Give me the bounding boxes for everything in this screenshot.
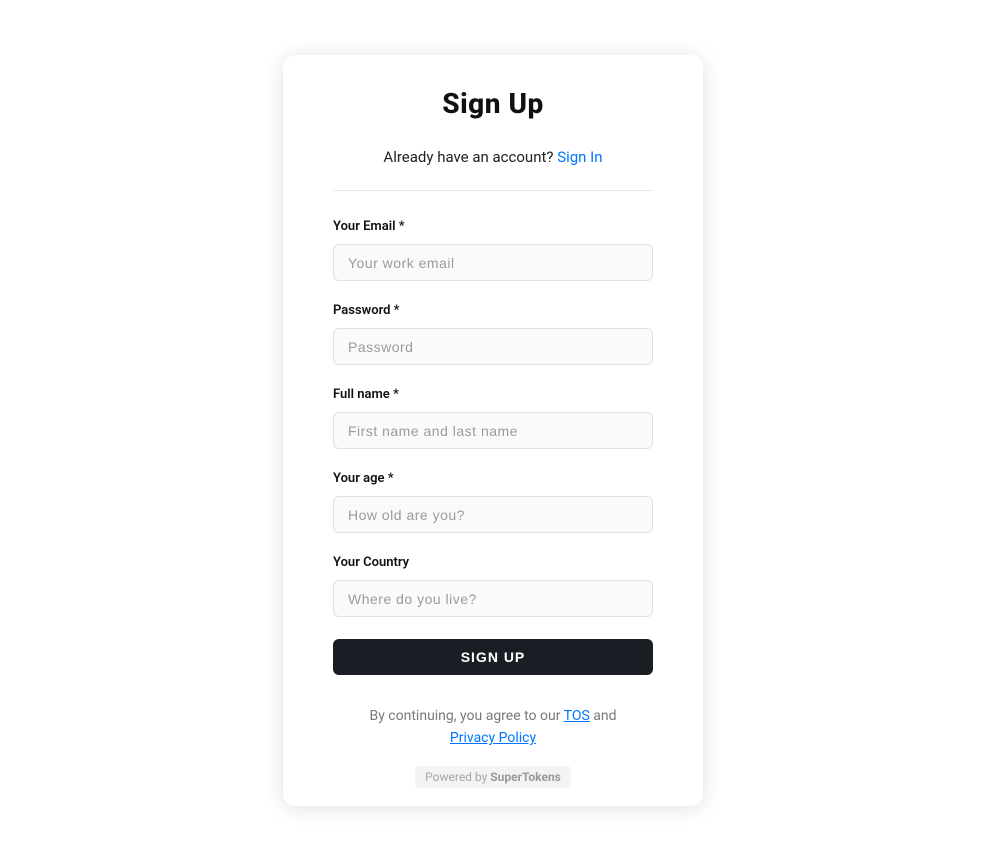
terms-prefix: By continuing, you agree to our [369,708,563,724]
subtitle-text: Already have an account? [383,148,557,166]
fullname-label: Full name * [333,387,653,402]
password-label: Password * [333,303,653,318]
email-field-group: Your Email * [333,219,653,281]
age-field-group: Your age * [333,471,653,533]
signin-link[interactable]: Sign In [557,148,602,166]
powered-by-wrap: Powered by SuperTokens [333,766,653,788]
fullname-field[interactable] [333,412,653,449]
terms-middle: and [593,708,616,724]
signup-button[interactable]: SIGN UP [333,639,653,675]
password-field[interactable] [333,328,653,365]
terms-footer: By continuing, you agree to our TOS and … [333,705,653,750]
age-field[interactable] [333,496,653,533]
country-field-group: Your Country [333,555,653,617]
country-field[interactable] [333,580,653,617]
country-label: Your Country [333,555,653,570]
password-field-group: Password * [333,303,653,365]
powered-prefix: Powered by [425,770,490,784]
divider [333,190,653,191]
subtitle-row: Already have an account? Sign In [333,148,653,166]
email-label: Your Email * [333,219,653,234]
signup-card: Sign Up Already have an account? Sign In… [283,55,703,806]
page-title: Sign Up [333,87,653,120]
fullname-field-group: Full name * [333,387,653,449]
powered-brand: SuperTokens [490,770,561,784]
powered-by-badge: Powered by SuperTokens [415,766,571,788]
age-label: Your age * [333,471,653,486]
privacy-link[interactable]: Privacy Policy [450,730,536,746]
tos-link[interactable]: TOS [564,708,590,724]
email-field[interactable] [333,244,653,281]
